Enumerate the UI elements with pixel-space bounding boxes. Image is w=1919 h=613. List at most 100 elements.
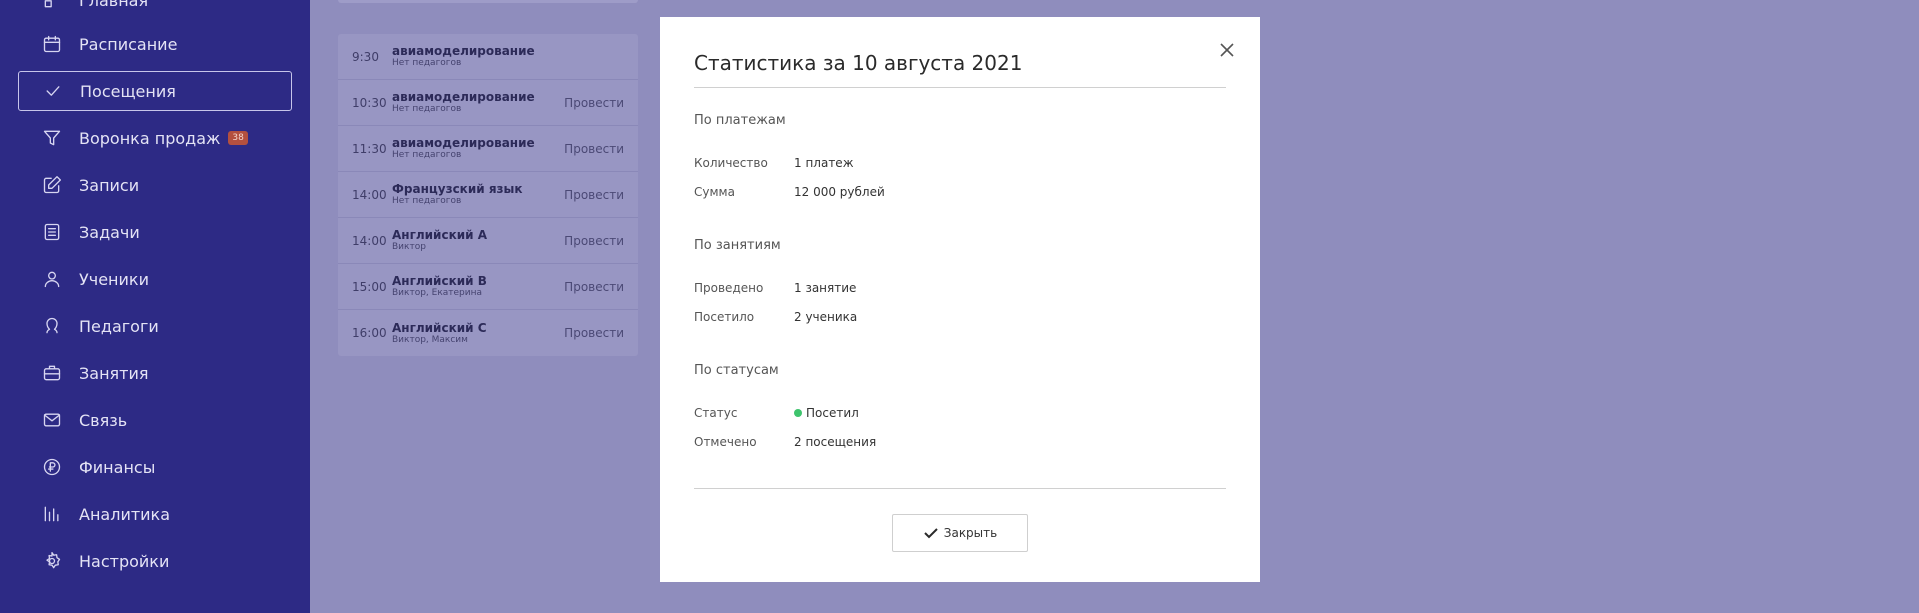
lesson-time: 15:00 xyxy=(352,279,387,294)
sidebar-item-label: Посещения xyxy=(80,81,176,101)
lesson-title: Французский язык xyxy=(392,182,523,196)
lesson-time: 10:30 xyxy=(352,95,387,110)
lesson-teachers: Нет педагогов xyxy=(392,150,462,160)
sidebar-item-contact[interactable]: Связь xyxy=(18,400,292,440)
classes-heading: По занятиям xyxy=(694,238,781,253)
panel-top-strip xyxy=(338,0,638,3)
sidebar-item-schedule[interactable]: Расписание xyxy=(18,24,292,64)
user-icon xyxy=(40,267,64,291)
modal-title: Статистика за 10 августа 2021 xyxy=(694,51,1023,75)
sidebar-item-settings[interactable]: Настройки xyxy=(18,541,292,581)
sidebar-item-label: Расписание xyxy=(79,34,178,54)
tasks-icon xyxy=(40,220,64,244)
payments-heading: По платежам xyxy=(694,113,786,128)
close-icon-button[interactable] xyxy=(1214,37,1240,63)
lesson-row[interactable]: 10:30 авиамоделирование Нет педагогов Про… xyxy=(338,80,638,126)
conduct-button[interactable]: Провести xyxy=(564,188,624,202)
sidebar-item-students[interactable]: Ученики xyxy=(18,259,292,299)
classes-held-value: 1 занятие xyxy=(794,281,857,295)
edit-icon xyxy=(40,173,64,197)
payment-count-value: 1 платеж xyxy=(794,156,854,170)
sidebar-item-label: Ученики xyxy=(79,269,149,289)
statistics-modal: Статистика за 10 августа 2021 По платежа… xyxy=(660,17,1260,582)
gear-icon xyxy=(40,549,64,573)
sidebar-item-records[interactable]: Записи xyxy=(18,165,292,205)
lesson-time: 9:30 xyxy=(352,49,379,64)
sidebar-item-label: Воронка продаж xyxy=(79,128,221,148)
lesson-title: Английский С xyxy=(392,320,487,335)
modal-divider-top xyxy=(694,87,1226,88)
calendar-icon xyxy=(40,32,64,56)
lesson-row[interactable]: 11:30 авиамоделирование Нет педагогов Про… xyxy=(338,126,638,172)
status-dot-icon xyxy=(794,409,802,417)
lesson-teachers: Нет педагогов xyxy=(392,58,462,68)
briefcase-icon xyxy=(40,361,64,385)
lesson-row[interactable]: 14:00 Французский язык Нет педагогов Пров… xyxy=(338,172,638,218)
lesson-time: 14:00 xyxy=(352,233,387,248)
marked-value: 2 посещения xyxy=(794,435,877,449)
lesson-time: 11:30 xyxy=(352,141,387,156)
sidebar-item-label: Записи xyxy=(79,175,140,195)
conduct-button[interactable]: Провести xyxy=(564,326,624,340)
marked-label: Отмечено xyxy=(694,435,757,449)
lesson-time: 16:00 xyxy=(352,326,387,340)
sidebar-item-attendance[interactable]: Посещения xyxy=(18,71,292,111)
lesson-title: авиамоделирование xyxy=(392,44,535,58)
classes-held-label: Проведено xyxy=(694,281,764,295)
conduct-button[interactable]: Провести xyxy=(564,96,624,110)
sidebar-item-tasks[interactable]: Задачи xyxy=(18,212,292,252)
students-attended-label: Посетило xyxy=(694,310,755,324)
lesson-teachers: Виктор, Максим xyxy=(392,334,468,345)
lesson-row[interactable]: 14:00 Английский А Виктор Провести xyxy=(338,218,638,264)
sidebar-item-label: Настройки xyxy=(79,551,170,571)
sidebar-item-label: Аналитика xyxy=(79,504,171,524)
sidebar-item-label: Задачи xyxy=(79,222,140,242)
payment-sum-label: Сумма xyxy=(694,185,735,199)
sidebar-item-classes[interactable]: Занятия xyxy=(18,353,292,393)
status-badge: Посетил xyxy=(794,406,859,420)
sidebar-item-label: Занятия xyxy=(79,363,149,383)
lesson-title: Английский А xyxy=(392,228,487,242)
sidebar-item-sales-funnel[interactable]: Воронка продаж 38 xyxy=(18,118,292,158)
sidebar-item-label: Связь xyxy=(79,410,128,430)
conduct-button[interactable]: Провести xyxy=(564,234,624,248)
statuses-heading: По статусам xyxy=(694,363,779,378)
lesson-title: Английский В xyxy=(392,274,487,288)
sidebar-item-teachers[interactable]: Педагоги xyxy=(18,306,292,346)
sidebar-item-label: Педагоги xyxy=(79,316,159,336)
payment-count-label: Количество xyxy=(694,156,768,170)
modal-divider-bottom xyxy=(694,488,1226,489)
ruble-icon xyxy=(40,455,64,479)
close-button-label: Закрыть xyxy=(943,526,998,540)
lesson-time: 14:00 xyxy=(352,187,387,202)
sidebar-item-label: Финансы xyxy=(79,457,156,477)
conduct-button[interactable]: Провести xyxy=(564,280,624,294)
filter-icon xyxy=(40,126,64,150)
lesson-teachers: Виктор, Екатерина xyxy=(392,288,483,298)
lesson-row[interactable]: 15:00 Английский В Виктор, Екатерина Пров… xyxy=(338,264,638,310)
sidebar: Главная Расписание Посещения Воронка про… xyxy=(0,0,310,613)
close-icon xyxy=(1220,43,1234,57)
lesson-list: 9:30 авиамоделирование Нет педагогов 10:3… xyxy=(338,34,638,356)
close-button[interactable]: Закрыть xyxy=(892,514,1028,552)
sales-funnel-badge: 38 xyxy=(228,131,248,145)
home-icon xyxy=(40,0,64,12)
status-value: Посетил xyxy=(806,406,859,420)
sidebar-item-finance[interactable]: Финансы xyxy=(18,447,292,487)
conduct-button[interactable]: Провести xyxy=(564,142,624,156)
sidebar-item-analytics[interactable]: Аналитика xyxy=(18,494,292,534)
sidebar-item-home[interactable]: Главная xyxy=(18,0,292,20)
lesson-title: авиамоделирование xyxy=(392,90,535,104)
lesson-row[interactable]: 16:00 Английский С Виктор, Максим Провест… xyxy=(338,310,638,356)
students-attended-value: 2 ученика xyxy=(794,310,858,324)
check-icon xyxy=(924,528,938,539)
payment-sum-value: 12 000 рублей xyxy=(794,185,885,199)
teacher-icon xyxy=(40,314,64,338)
mail-icon xyxy=(40,408,64,432)
sidebar-item-label: Главная xyxy=(79,0,149,10)
lesson-row[interactable]: 9:30 авиамоделирование Нет педагогов xyxy=(338,34,638,80)
check-icon xyxy=(41,79,65,103)
status-label: Статус xyxy=(694,406,738,420)
lesson-teachers: Виктор xyxy=(392,242,426,252)
chart-icon xyxy=(40,502,64,526)
